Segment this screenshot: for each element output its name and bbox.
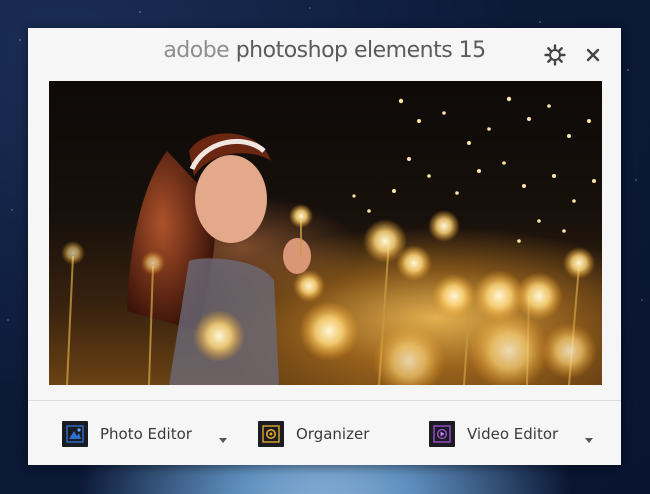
settings-button[interactable] [542,42,568,68]
bottom-divider [28,400,621,401]
video-editor-button[interactable]: Video Editor [429,420,558,448]
caret-down-icon [219,438,227,443]
video-editor-label: Video Editor [467,425,559,443]
caret-down-icon [585,438,593,443]
organizer-label: Organizer [296,425,370,443]
launcher-window: adobe photoshop elements 15 Photo Editor… [28,28,621,465]
photo-editor-button[interactable]: Photo Editor [62,420,192,448]
hero-illustration [61,96,597,385]
organizer-icon [258,421,284,447]
app-title: adobe photoshop elements 15 [28,38,621,63]
photo-editor-dropdown[interactable] [216,430,230,443]
close-button[interactable] [580,42,606,68]
photo-editor-icon [62,421,88,447]
close-icon [586,48,600,62]
video-editor-icon [429,421,455,447]
video-editor-dropdown[interactable] [582,430,596,443]
photo-editor-label: Photo Editor [100,425,192,443]
hero-photo [49,81,602,385]
title-brand: adobe [163,38,230,63]
title-bar: adobe photoshop elements 15 [28,28,621,80]
gear-icon [544,44,566,66]
title-product: photoshop elements 15 [235,38,486,63]
organizer-button[interactable]: Organizer [258,420,369,448]
